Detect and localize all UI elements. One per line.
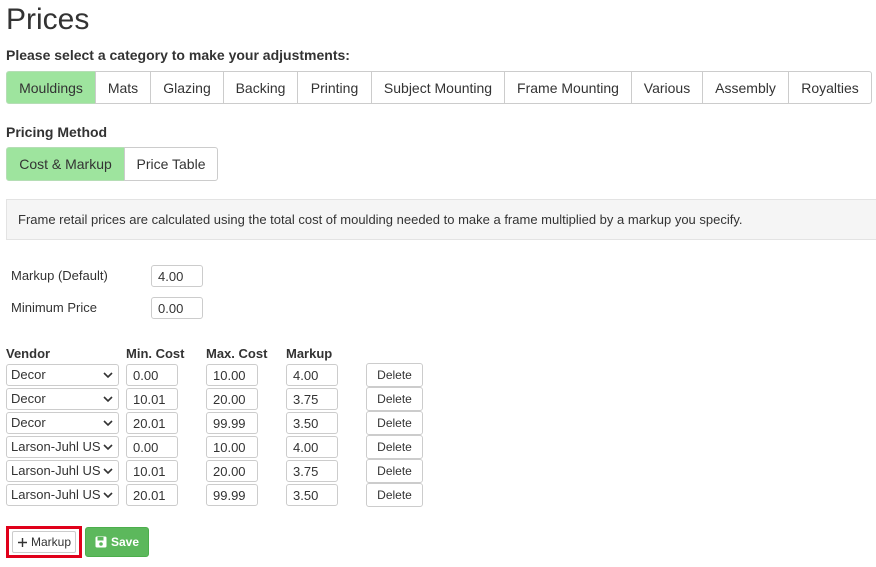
min-cost-input[interactable] xyxy=(126,388,178,410)
chevron-down-icon xyxy=(103,420,113,427)
delete-button[interactable]: Delete xyxy=(366,363,423,387)
delete-button[interactable]: Delete xyxy=(366,435,423,459)
tab-various[interactable]: Various xyxy=(631,71,703,104)
vendor-header: Vendor xyxy=(6,346,51,361)
tab-glazing[interactable]: Glazing xyxy=(150,71,224,104)
markup-input[interactable] xyxy=(286,388,338,410)
min-cost-input[interactable] xyxy=(126,436,178,458)
category-instruction: Please select a category to make your ad… xyxy=(6,47,350,63)
tab-mats[interactable]: Mats xyxy=(95,71,151,104)
max-cost-input[interactable] xyxy=(206,460,258,482)
vendor-select[interactable]: Larson-Juhl US xyxy=(6,484,119,506)
plus-icon xyxy=(17,537,27,547)
tab-assembly[interactable]: Assembly xyxy=(702,71,789,104)
save-button[interactable]: Save xyxy=(85,527,149,557)
save-label: Save xyxy=(110,535,140,549)
markup-input[interactable] xyxy=(286,436,338,458)
markup-input[interactable] xyxy=(286,484,338,506)
chevron-down-icon xyxy=(103,468,113,475)
category-tabs: Mouldings Mats Glazing Backing Printing … xyxy=(6,71,872,104)
add-markup-label: Markup xyxy=(30,535,71,549)
vendor-value: Decor xyxy=(11,367,46,382)
markup-default-input[interactable] xyxy=(151,265,203,287)
vendor-value: Larson-Juhl US xyxy=(11,463,101,478)
markup-header: Markup xyxy=(286,346,333,361)
min-cost-header: Min. Cost xyxy=(126,346,185,361)
delete-button[interactable]: Delete xyxy=(366,387,423,411)
vendor-select[interactable]: Decor xyxy=(6,388,119,410)
add-markup-inner: Markup xyxy=(11,531,76,553)
tab-cost-markup[interactable]: Cost & Markup xyxy=(6,147,125,181)
vendor-select[interactable]: Larson-Juhl US xyxy=(6,436,119,458)
chevron-down-icon xyxy=(103,372,113,379)
max-cost-input[interactable] xyxy=(206,484,258,506)
delete-button[interactable]: Delete xyxy=(366,459,423,483)
vendor-select[interactable]: Larson-Juhl US xyxy=(6,460,119,482)
floppy-disk-icon xyxy=(95,536,107,548)
add-markup-button[interactable]: Markup xyxy=(6,526,82,558)
page-title: Prices xyxy=(6,3,90,36)
vendor-value: Decor xyxy=(11,415,46,430)
vendor-value: Larson-Juhl US xyxy=(11,487,101,502)
tab-backing[interactable]: Backing xyxy=(223,71,298,104)
pricing-method-label: Pricing Method xyxy=(6,124,108,140)
min-cost-input[interactable] xyxy=(126,484,178,506)
markup-default-label: Markup (Default) xyxy=(11,268,108,283)
vendor-value: Decor xyxy=(11,391,46,406)
info-box: Frame retail prices are calculated using… xyxy=(6,199,876,240)
chevron-down-icon xyxy=(103,444,113,451)
markup-input[interactable] xyxy=(286,412,338,434)
tab-price-table[interactable]: Price Table xyxy=(124,147,218,181)
markup-input[interactable] xyxy=(286,364,338,386)
minimum-price-input[interactable] xyxy=(151,297,203,319)
max-cost-input[interactable] xyxy=(206,412,258,434)
pricing-method-tabs: Cost & Markup Price Table xyxy=(6,147,218,181)
tab-subject-mounting[interactable]: Subject Mounting xyxy=(371,71,505,104)
minimum-price-label: Minimum Price xyxy=(11,300,97,315)
tab-frame-mounting[interactable]: Frame Mounting xyxy=(504,71,632,104)
chevron-down-icon xyxy=(103,492,113,499)
max-cost-input[interactable] xyxy=(206,364,258,386)
vendor-select[interactable]: Decor xyxy=(6,412,119,434)
max-cost-input[interactable] xyxy=(206,388,258,410)
min-cost-input[interactable] xyxy=(126,460,178,482)
chevron-down-icon xyxy=(103,396,113,403)
info-text: Frame retail prices are calculated using… xyxy=(18,212,743,227)
vendor-value: Larson-Juhl US xyxy=(11,439,101,454)
max-cost-header: Max. Cost xyxy=(206,346,268,361)
delete-button[interactable]: Delete xyxy=(366,411,423,435)
markup-input[interactable] xyxy=(286,460,338,482)
min-cost-input[interactable] xyxy=(126,412,178,434)
max-cost-input[interactable] xyxy=(206,436,258,458)
vendor-select[interactable]: Decor xyxy=(6,364,119,386)
tab-royalties[interactable]: Royalties xyxy=(788,71,872,104)
tab-printing[interactable]: Printing xyxy=(297,71,372,104)
delete-button[interactable]: Delete xyxy=(366,483,423,507)
min-cost-input[interactable] xyxy=(126,364,178,386)
tab-mouldings[interactable]: Mouldings xyxy=(6,71,96,104)
